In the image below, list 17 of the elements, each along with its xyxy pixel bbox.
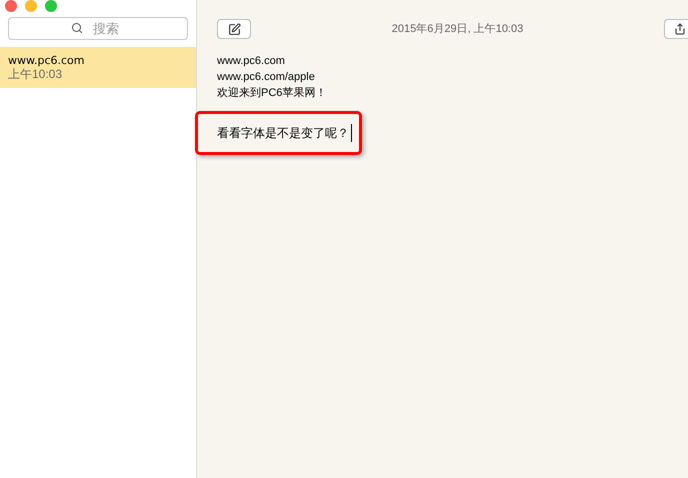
- note-line: www.pc6.com/apple: [217, 70, 316, 85]
- note-date: 2015年6月29日, 上午10:03: [390, 22, 524, 37]
- zoom-button[interactable]: [45, 0, 57, 12]
- note-line: 看看字体是不是变了呢？: [217, 124, 352, 142]
- compose-icon: [228, 22, 240, 36]
- note-line: www.pc6.com: [217, 54, 286, 69]
- note-time: 上午10:03: [8, 67, 64, 82]
- note-list-item[interactable]: www.pc6.com 上午10:03: [0, 47, 196, 88]
- compose-button[interactable]: [217, 19, 251, 39]
- share-icon: [674, 23, 686, 35]
- note-title: www.pc6.com: [8, 54, 86, 67]
- close-button[interactable]: [5, 0, 17, 12]
- search-field[interactable]: 搜索: [8, 17, 188, 40]
- note-line: 欢迎来到PC6苹果网！: [217, 86, 328, 101]
- minimize-button[interactable]: [25, 0, 37, 12]
- search-icon: [71, 22, 83, 34]
- share-button[interactable]: [664, 19, 688, 39]
